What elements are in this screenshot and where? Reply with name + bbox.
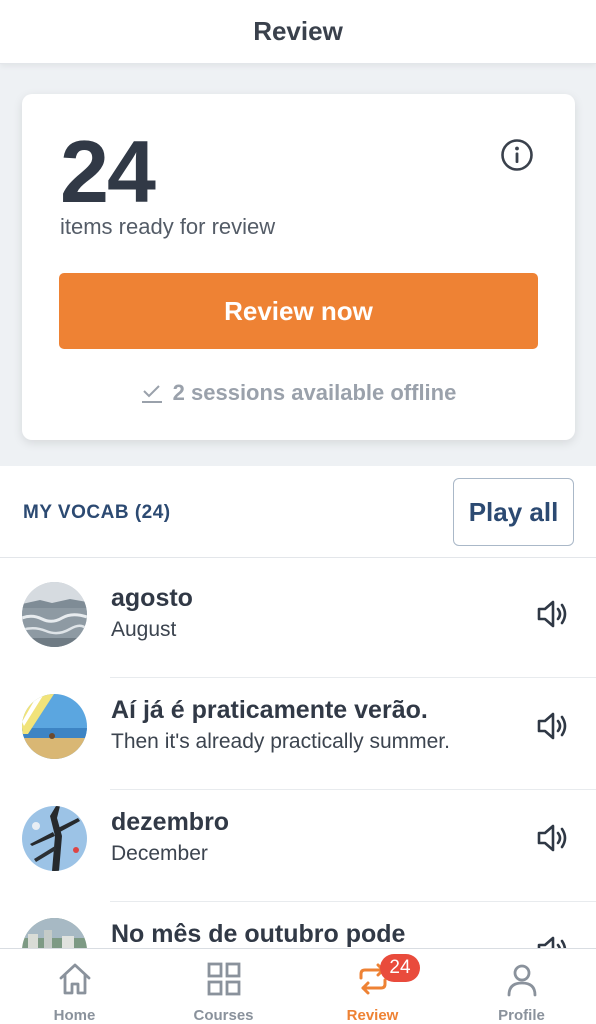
tree-branches-photo — [22, 806, 87, 871]
vocab-translation: December — [111, 842, 208, 865]
nav-item-review[interactable]: 24 Review — [298, 949, 447, 1024]
vocab-header: MY VOCAB (24) Play all — [0, 466, 596, 558]
nav-item-home[interactable]: Home — [0, 949, 149, 1024]
vocab-item[interactable]: agosto August — [0, 566, 596, 678]
grid-icon — [207, 962, 240, 996]
review-badge: 24 — [380, 954, 420, 982]
review-count-label: items ready for review — [60, 214, 276, 239]
speaker-icon[interactable] — [536, 711, 570, 741]
nav-label: Review — [346, 1007, 399, 1024]
speaker-icon[interactable] — [536, 823, 570, 853]
beach-waves-photo — [22, 582, 87, 647]
review-summary-card: 24 items ready for review Review now 2 s… — [22, 94, 575, 440]
vocab-translation: Then it's already practically summer. — [111, 730, 450, 753]
nav-label: Profile — [498, 1007, 545, 1024]
review-now-button[interactable]: Review now — [59, 273, 538, 349]
play-all-button[interactable]: Play all — [453, 478, 574, 546]
review-count: 24 — [60, 122, 156, 221]
vocab-item[interactable]: Aí já é praticamente verão. Then it's al… — [0, 678, 596, 790]
speaker-icon[interactable] — [536, 599, 570, 629]
offline-sessions-text: 2 sessions available offline — [172, 380, 457, 405]
vocab-word: No mês de outubro pode — [111, 920, 406, 948]
nav-label: Home — [53, 1007, 96, 1024]
offline-sessions-status: 2 sessions available offline — [22, 380, 575, 406]
vocab-item[interactable]: dezembro December — [0, 790, 596, 902]
download-check-icon — [141, 385, 162, 403]
info-circle-icon[interactable] — [500, 138, 534, 172]
page-title: Review — [253, 16, 343, 46]
beach-umbrella-photo — [22, 694, 87, 759]
top-bar: Review — [0, 0, 596, 64]
vocab-title: MY VOCAB (24) — [23, 502, 171, 523]
vocab-word: Aí já é praticamente verão. — [111, 696, 428, 724]
nav-item-courses[interactable]: Courses — [149, 949, 298, 1024]
bottom-nav: Home Courses 24 Review Profile — [0, 948, 596, 1024]
my-vocab-section: MY VOCAB (24) Play all agosto August Aí … — [0, 466, 596, 983]
vocab-word: dezembro — [111, 808, 230, 836]
user-icon — [507, 964, 536, 997]
nav-label: Courses — [193, 1007, 254, 1024]
nav-item-profile[interactable]: Profile — [447, 949, 596, 1024]
home-icon — [59, 963, 90, 995]
vocab-word: agosto — [111, 584, 193, 612]
vocab-translation: August — [111, 618, 177, 641]
